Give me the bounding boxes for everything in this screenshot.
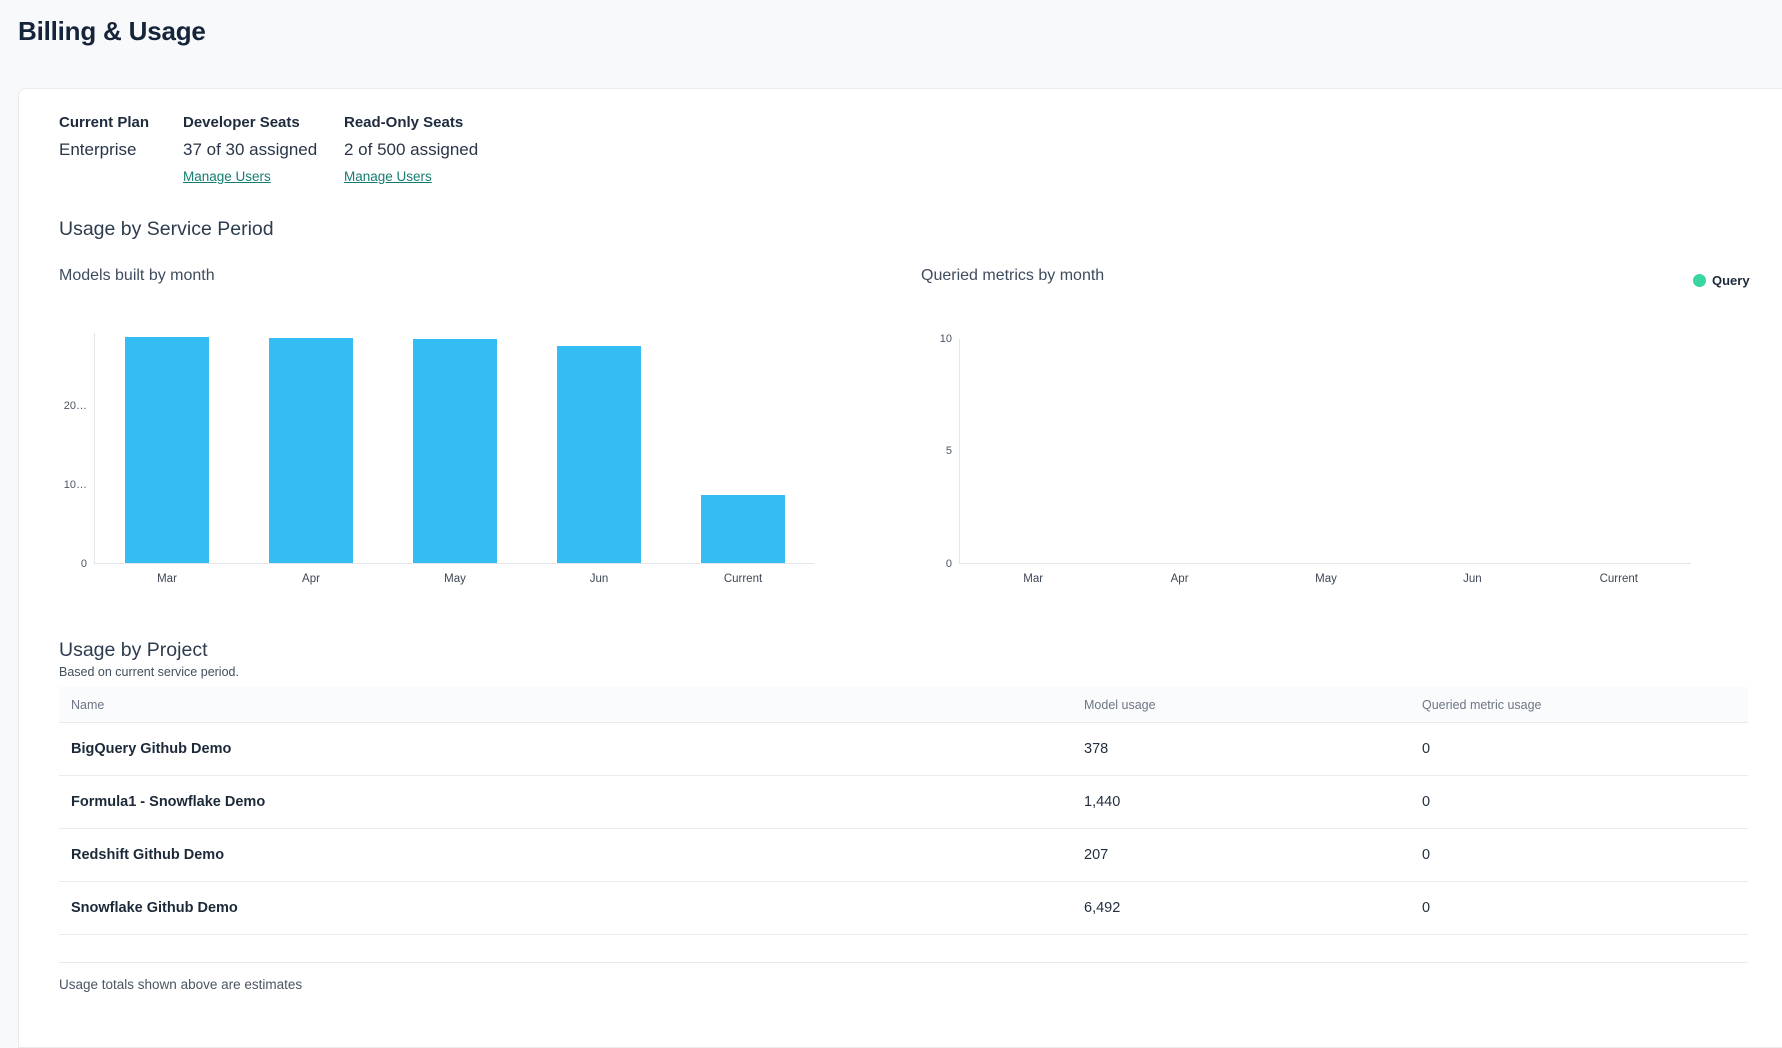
project-name-cell: BigQuery Github Demo — [59, 741, 1084, 757]
models_built-xtick-current: Current — [703, 573, 783, 585]
models_built-xtick-mar: Mar — [127, 573, 207, 585]
queried-metric-usage-cell: 0 — [1422, 741, 1748, 757]
table-row: Formula1 - Snowflake Demo1,4400 — [59, 776, 1748, 829]
current-plan-block: Current Plan Enterprise — [59, 114, 183, 186]
queried_metrics-xtick-jun: Jun — [1432, 573, 1512, 585]
column-header-queried-metric-usage: Queried metric usage — [1422, 698, 1748, 712]
column-header-model-usage: Model usage — [1084, 698, 1422, 712]
developer-seats-label: Developer Seats — [183, 114, 344, 131]
project-name-cell: Formula1 - Snowflake Demo — [59, 794, 1084, 810]
developer-seats-block: Developer Seats 37 of 30 assigned Manage… — [183, 114, 344, 186]
plan-summary: Current Plan Enterprise Developer Seats … — [19, 89, 1782, 186]
table-row: BigQuery Github Demo3780 — [59, 723, 1748, 776]
model-usage-cell: 6,492 — [1084, 900, 1422, 916]
models_built-bar-jun[interactable] — [557, 346, 641, 563]
usage-by-project-heading: Usage by Project — [59, 639, 1782, 662]
model-usage-cell: 378 — [1084, 741, 1422, 757]
query-legend-label: Query — [1712, 273, 1750, 288]
usage-by-project-subtext: Based on current service period. — [59, 665, 1782, 679]
queried-metric-usage-cell: 0 — [1422, 900, 1748, 916]
page-title: Billing & Usage — [18, 16, 206, 47]
readonly-seats-label: Read-Only Seats — [344, 114, 478, 131]
models-chart-title: Models built by month — [59, 267, 215, 285]
project-name-cell: Snowflake Github Demo — [59, 900, 1084, 916]
usage-estimates-footnote: Usage totals shown above are estimates — [59, 977, 1782, 992]
models_built-bar-current[interactable] — [701, 495, 785, 563]
table-body: BigQuery Github Demo3780Formula1 - Snowf… — [59, 723, 1748, 935]
queried-metric-usage-cell: 0 — [1422, 794, 1748, 810]
queried_metrics-ytick: 0 — [894, 558, 952, 570]
models_built-xtick-apr: Apr — [271, 573, 351, 585]
current-plan-value: Enterprise — [59, 140, 183, 160]
table-header-row: Name Model usage Queried metric usage — [59, 687, 1748, 723]
models_built-ytick: 10… — [29, 479, 87, 491]
model-usage-cell: 207 — [1084, 847, 1422, 863]
models_built-ytick: 0 — [29, 558, 87, 570]
models_built-xtick-may: May — [415, 573, 495, 585]
developer-manage-users-link[interactable]: Manage Users — [183, 169, 271, 184]
queried_metrics-ytick: 5 — [894, 445, 952, 457]
model-usage-cell: 1,440 — [1084, 794, 1422, 810]
queried-metric-usage-cell: 0 — [1422, 847, 1748, 863]
queried_metrics-xtick-apr: Apr — [1140, 573, 1220, 585]
query-legend-dot-icon — [1693, 274, 1706, 287]
queried_metrics-xtick-current: Current — [1579, 573, 1659, 585]
project-name-cell: Redshift Github Demo — [59, 847, 1084, 863]
usage-by-service-period-heading: Usage by Service Period — [59, 218, 1782, 241]
readonly-seats-block: Read-Only Seats 2 of 500 assigned Manage… — [344, 114, 478, 186]
charts-area: Models built by month Queried metrics by… — [19, 259, 1782, 589]
current-plan-label: Current Plan — [59, 114, 183, 131]
models_built-bar-may[interactable] — [413, 339, 497, 563]
models_built-bar-apr[interactable] — [269, 338, 353, 563]
readonly-manage-users-link[interactable]: Manage Users — [344, 169, 432, 184]
models_built-ytick: 20… — [29, 400, 87, 412]
models-built-chart: 010…20…MarAprMayJunCurrent — [94, 333, 814, 564]
queried_metrics-xtick-may: May — [1286, 573, 1366, 585]
footnote-divider — [59, 962, 1748, 963]
readonly-seats-value: 2 of 500 assigned — [344, 140, 478, 160]
query-legend[interactable]: Query — [1693, 273, 1750, 288]
column-header-name: Name — [59, 698, 1084, 712]
developer-seats-value: 37 of 30 assigned — [183, 140, 344, 160]
queried-metrics-chart: 0510MarAprMayJunCurrent — [959, 339, 1691, 564]
models_built-bar-mar[interactable] — [125, 337, 209, 563]
queried-metrics-chart-title: Queried metrics by month — [921, 267, 1104, 285]
billing-card: Current Plan Enterprise Developer Seats … — [18, 88, 1782, 1048]
queried_metrics-xtick-mar: Mar — [993, 573, 1073, 585]
table-row: Redshift Github Demo2070 — [59, 829, 1748, 882]
table-row: Snowflake Github Demo6,4920 — [59, 882, 1748, 935]
models_built-xtick-jun: Jun — [559, 573, 639, 585]
usage-by-project-table: Name Model usage Queried metric usage Bi… — [59, 687, 1748, 935]
queried_metrics-ytick: 10 — [894, 333, 952, 345]
